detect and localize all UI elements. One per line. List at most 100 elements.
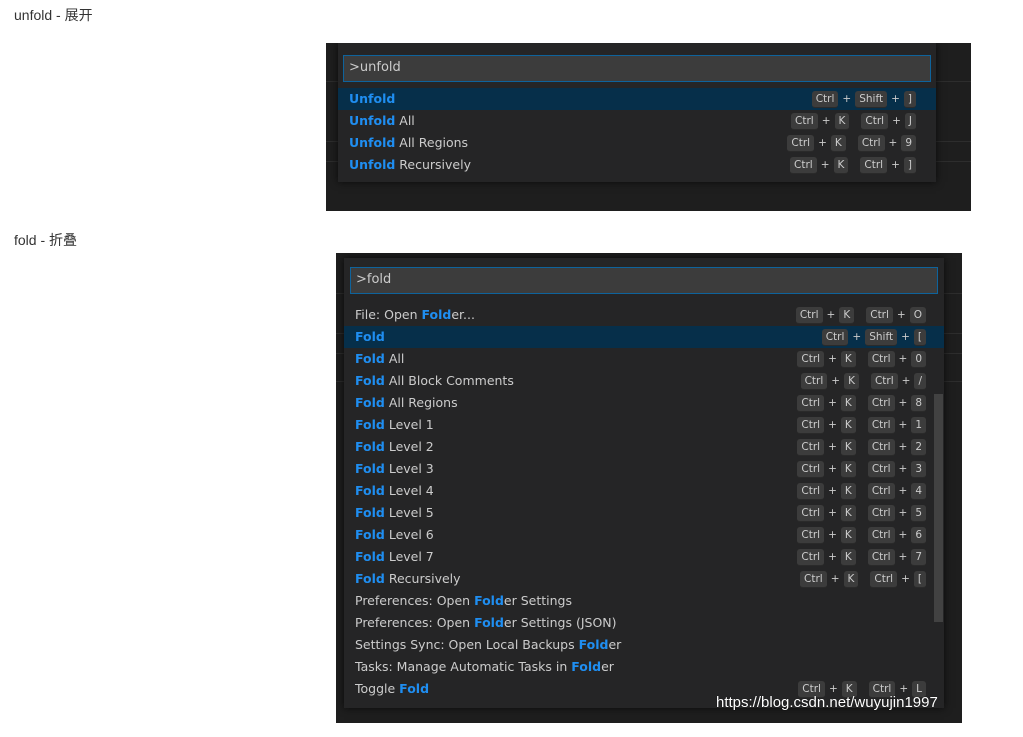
command-label: Fold Level 3 bbox=[355, 458, 434, 480]
key-cap: Shift bbox=[865, 328, 898, 346]
command-item[interactable]: File: Open Folder... Ctrl + K Ctrl + O bbox=[344, 304, 944, 326]
command-palette-unfold: >unfold Unfold Ctrl + Shift +] Unfold All Ctrl… bbox=[338, 43, 936, 182]
match-highlight: Fold bbox=[578, 637, 609, 652]
key-cap: K bbox=[840, 460, 856, 478]
keybinding: Ctrl + K Ctrl + / bbox=[800, 370, 926, 392]
command-item[interactable]: Fold All Regions Ctrl + K Ctrl +8 bbox=[344, 392, 944, 414]
key-cap: 2 bbox=[911, 438, 926, 456]
command-item[interactable]: Fold Ctrl + Shift +[ bbox=[344, 326, 944, 348]
command-item[interactable]: Fold Level 6 Ctrl + K Ctrl +6 bbox=[344, 524, 944, 546]
command-list-unfold: Unfold Ctrl + Shift +] Unfold All Ctrl + K Ctrl + J… bbox=[338, 88, 936, 176]
match-highlight: Unfold bbox=[349, 135, 396, 150]
key-plus: + bbox=[818, 137, 827, 149]
key-cap: Ctrl bbox=[797, 460, 825, 478]
command-label: Fold All Regions bbox=[355, 392, 458, 414]
command-list-fold: File: Open Folder... Ctrl + K Ctrl + O Fold Ctrl… bbox=[344, 304, 944, 700]
key-cap: Ctrl bbox=[866, 306, 893, 324]
command-suffix: Level 5 bbox=[384, 505, 434, 520]
key-cap: Ctrl bbox=[867, 350, 895, 368]
command-suffix: Level 7 bbox=[384, 549, 434, 564]
command-input-fold[interactable]: >fold bbox=[350, 267, 938, 294]
key-plus: + bbox=[898, 463, 908, 475]
key-plus: + bbox=[828, 485, 837, 497]
keybinding: Ctrl + K Ctrl +6 bbox=[797, 524, 926, 546]
command-item[interactable]: Fold Level 5 Ctrl + K Ctrl +5 bbox=[344, 502, 944, 524]
key-plus: + bbox=[852, 331, 862, 343]
key-plus: + bbox=[820, 159, 830, 171]
key-plus: + bbox=[898, 507, 908, 519]
key-plus: + bbox=[828, 463, 837, 475]
keybinding: Ctrl + K Ctrl +2 bbox=[797, 436, 926, 458]
key-plus: + bbox=[898, 551, 908, 563]
key-cap: Ctrl bbox=[867, 504, 895, 522]
command-list-scrollbar[interactable] bbox=[934, 394, 943, 622]
key-cap: 0 bbox=[911, 350, 926, 368]
key-cap: 4 bbox=[911, 482, 926, 500]
command-input-unfold[interactable]: >unfold bbox=[343, 55, 931, 82]
match-highlight: Fold bbox=[355, 439, 385, 454]
key-cap: J bbox=[904, 112, 916, 130]
key-cap: Ctrl bbox=[797, 548, 825, 566]
command-item[interactable]: Unfold All Ctrl + K Ctrl + J bbox=[338, 110, 936, 132]
key-plus: + bbox=[898, 529, 908, 541]
keybinding: Ctrl + Shift +[ bbox=[821, 326, 926, 348]
key-cap: K bbox=[840, 394, 856, 412]
match-highlight: Fold bbox=[355, 351, 385, 366]
command-item[interactable]: Tasks: Manage Automatic Tasks in Folder bbox=[344, 656, 944, 678]
key-cap: K bbox=[840, 526, 856, 544]
key-cap: O bbox=[909, 306, 926, 324]
command-label: Unfold Recursively bbox=[349, 154, 471, 176]
command-label: File: Open Folder... bbox=[355, 304, 475, 326]
section-caption-fold: fold - 折叠 bbox=[14, 232, 78, 248]
key-cap: Ctrl bbox=[797, 504, 825, 522]
key-cap: Ctrl bbox=[790, 156, 817, 174]
command-item[interactable]: Fold All Ctrl + K Ctrl +0 bbox=[344, 348, 944, 370]
key-cap: K bbox=[844, 372, 859, 390]
match-highlight: Fold bbox=[355, 549, 385, 564]
keybinding: Ctrl + K Ctrl + O bbox=[795, 304, 926, 326]
command-suffix: er bbox=[608, 637, 622, 652]
command-item[interactable]: Fold Recursively Ctrl + K Ctrl +[ bbox=[344, 568, 944, 590]
command-label: Fold Level 7 bbox=[355, 546, 434, 568]
key-cap: 7 bbox=[911, 548, 926, 566]
command-suffix: er... bbox=[451, 307, 475, 322]
key-cap: Ctrl bbox=[797, 394, 825, 412]
match-highlight: Fold bbox=[571, 659, 602, 674]
keybinding: Ctrl + K Ctrl +7 bbox=[797, 546, 926, 568]
command-suffix: Recursively bbox=[384, 571, 461, 586]
key-cap: Ctrl bbox=[867, 460, 895, 478]
command-item[interactable]: Settings Sync: Open Local Backups Folder bbox=[344, 634, 944, 656]
command-label: Unfold All Regions bbox=[349, 132, 468, 154]
command-suffix: Recursively bbox=[395, 157, 471, 172]
match-highlight: Fold bbox=[355, 527, 385, 542]
command-item[interactable]: Fold Level 4 Ctrl + K Ctrl +4 bbox=[344, 480, 944, 502]
keybinding: Ctrl + K Ctrl +4 bbox=[797, 480, 926, 502]
command-item[interactable]: Unfold All Regions Ctrl + K Ctrl +9 bbox=[338, 132, 936, 154]
key-cap: Ctrl bbox=[797, 416, 825, 434]
command-item[interactable]: Unfold Recursively Ctrl + K Ctrl +] bbox=[338, 154, 936, 176]
key-plus: + bbox=[901, 573, 910, 585]
command-item[interactable]: Fold Level 7 Ctrl + K Ctrl +7 bbox=[344, 546, 944, 568]
key-plus: + bbox=[828, 353, 837, 365]
command-item[interactable]: Preferences: Open Folder Settings bbox=[344, 590, 944, 612]
keybinding: Ctrl + K Ctrl +] bbox=[790, 154, 916, 176]
match-highlight: Fold bbox=[474, 615, 504, 630]
keybinding: Ctrl + K Ctrl +0 bbox=[797, 348, 926, 370]
match-highlight: Fold bbox=[474, 593, 504, 608]
key-cap: Ctrl bbox=[797, 438, 825, 456]
key-cap: Ctrl bbox=[800, 570, 827, 588]
command-item[interactable]: Fold Level 3 Ctrl + K Ctrl +3 bbox=[344, 458, 944, 480]
key-cap: Ctrl bbox=[791, 112, 818, 130]
command-item[interactable]: Fold Level 1 Ctrl + K Ctrl +1 bbox=[344, 414, 944, 436]
command-item[interactable]: Fold All Block Comments Ctrl + K Ctrl + / bbox=[344, 370, 944, 392]
key-cap: 8 bbox=[911, 394, 926, 412]
key-plus: + bbox=[828, 551, 837, 563]
command-suffix: er Settings bbox=[503, 593, 572, 608]
command-prefix: File: Open bbox=[355, 307, 422, 322]
command-item[interactable]: Unfold Ctrl + Shift +] bbox=[338, 88, 936, 110]
command-item[interactable]: Preferences: Open Folder Settings (JSON) bbox=[344, 612, 944, 634]
command-prefix: Toggle bbox=[355, 681, 400, 696]
match-highlight: Fold bbox=[355, 417, 385, 432]
command-item[interactable]: Fold Level 2 Ctrl + K Ctrl +2 bbox=[344, 436, 944, 458]
command-label: Tasks: Manage Automatic Tasks in Folder bbox=[355, 656, 614, 678]
